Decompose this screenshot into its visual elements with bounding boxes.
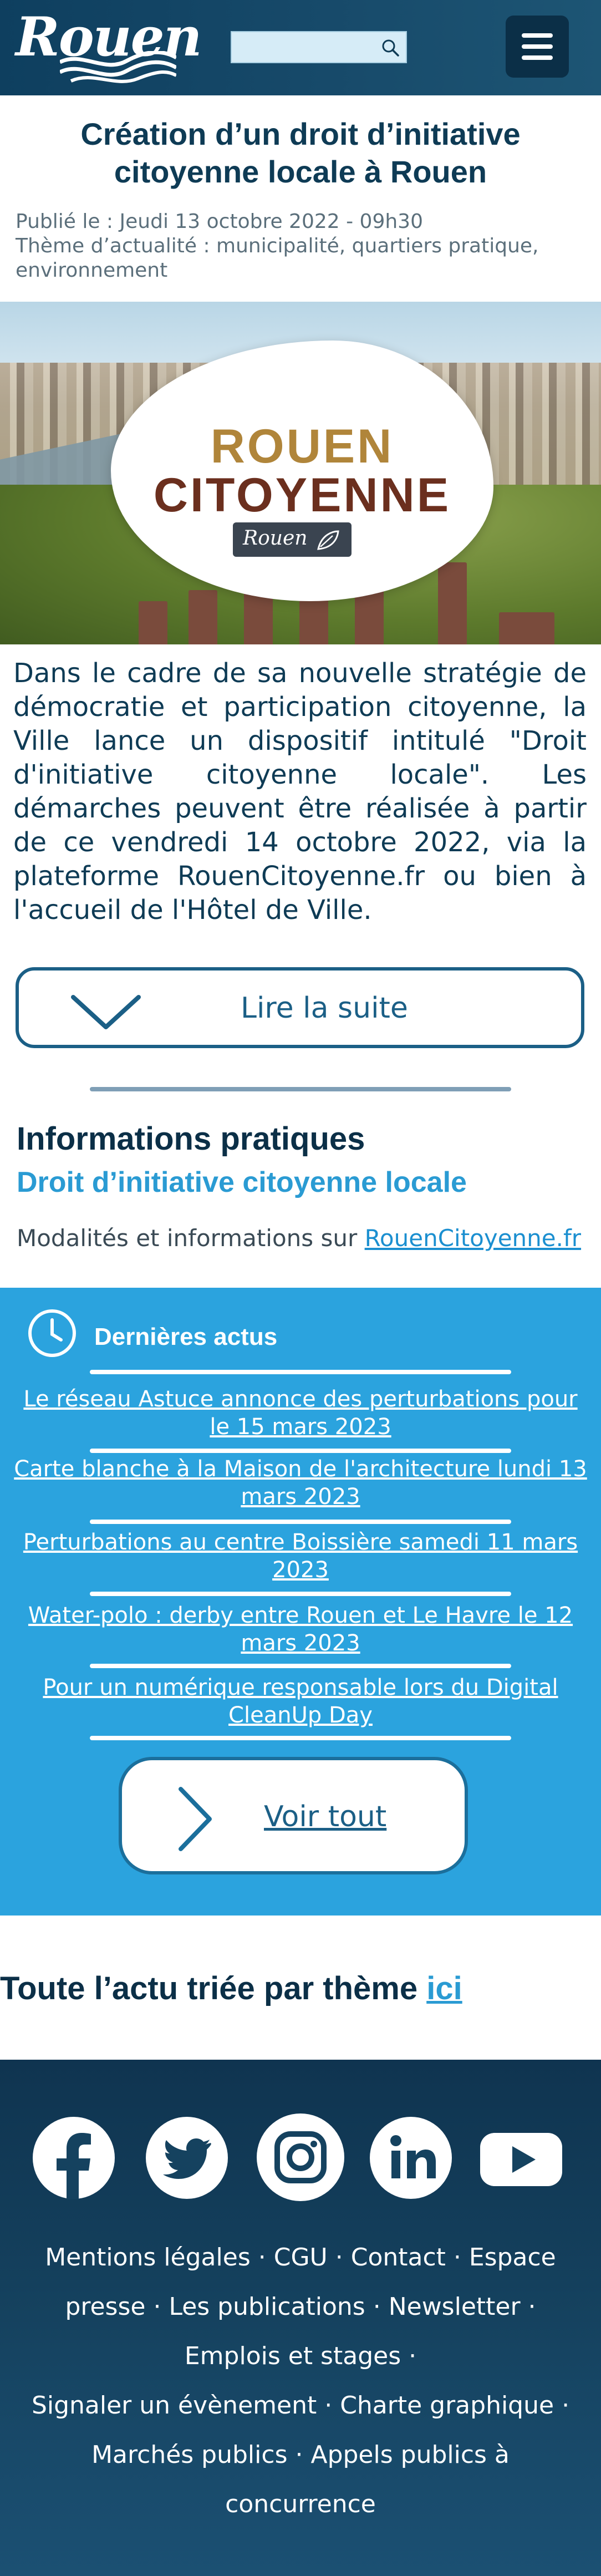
news-separator [90, 1664, 511, 1668]
footer-sep: · [250, 2243, 274, 2272]
info-line: Modalités et informations sur RouenCitoy… [17, 1225, 581, 1252]
news-separator [90, 1370, 511, 1374]
news-separator [90, 1736, 511, 1740]
article-intro: Dans le cadre de sa nouvelle stratégie d… [13, 658, 587, 926]
latest-news-section: Dernières actus Le réseau Astuce annonce… [0, 1288, 601, 1916]
footer-sep: · [445, 2243, 469, 2272]
chevron-right-icon [179, 1787, 212, 1851]
info-subtitle: Droit d’initiative citoyenne locale [17, 1166, 467, 1198]
theme-line-prefix: Toute l’actu triée par thème [0, 1970, 427, 2006]
section-divider [90, 1087, 511, 1091]
search-input[interactable] [232, 32, 376, 62]
logo-waves-icon [60, 51, 176, 83]
footer-link-signaler[interactable]: Signaler un évènement [32, 2391, 317, 2420]
rouen-logo[interactable]: Rouen [16, 6, 202, 89]
news-item-line: CleanUp Day [228, 1703, 373, 1728]
footer-sep: · [365, 2293, 389, 2321]
theme-link[interactable]: ici [426, 1970, 462, 2006]
footer-link-appels-1[interactable]: Appels publics à [310, 2441, 509, 2469]
publish-date: Publié le : Jeudi 13 octobre 2022 - 09h3… [16, 210, 423, 233]
article-themes-cont: environnement [16, 259, 168, 282]
footer-sep: · [145, 2293, 169, 2321]
news-item[interactable]: Perturbations au centre Boissière samedi… [6, 1528, 595, 1584]
footer-sep: · [327, 2243, 351, 2272]
footer-link-appels-2[interactable]: concurrence [225, 2490, 376, 2518]
footer-link-newsletter[interactable]: Newsletter [389, 2293, 521, 2321]
read-more-button[interactable]: Lire la suite [16, 967, 584, 1048]
site-footer: Mentions légales · CGU · Contact · Espac… [0, 2060, 601, 2576]
hamburger-menu-button[interactable] [506, 16, 569, 78]
wooden-post [438, 562, 467, 644]
news-item-line: Water-polo : derby entre Rouen et Le Hav… [28, 1603, 573, 1628]
linkedin-icon[interactable] [369, 2116, 452, 2199]
search-box [231, 31, 407, 63]
footer-link-contact[interactable]: Contact [351, 2243, 446, 2272]
news-separator [90, 1520, 511, 1524]
wooden-post [189, 590, 217, 644]
rouen-badge: Rouen [233, 522, 352, 557]
footer-link-espace-presse-1[interactable]: Espace [469, 2243, 556, 2272]
footer-sep: · [554, 2391, 570, 2420]
wooden-post [139, 601, 167, 644]
see-all-label: Voir tout [264, 1800, 387, 1833]
news-item[interactable]: Water-polo : derby entre Rouen et Le Hav… [6, 1602, 595, 1657]
news-item-line: 2023 [272, 1557, 329, 1583]
site-header: Rouen [0, 0, 601, 95]
footer-sep: · [401, 2342, 417, 2370]
footer-links: Mentions légales · CGU · Contact · Espac… [17, 2233, 584, 2529]
news-heading: Dernières actus [94, 1323, 278, 1350]
rouen-badge-text: Rouen [243, 527, 308, 550]
rouen-citoyenne-link[interactable]: RouenCitoyenne.fr [365, 1225, 581, 1252]
theme-line: Toute l’actu triée par thème ici [0, 1970, 462, 2007]
clock-icon [28, 1309, 76, 1357]
info-line-prefix: Modalités et informations sur [17, 1225, 365, 1252]
search-icon[interactable] [380, 38, 400, 58]
facebook-icon[interactable] [32, 2116, 115, 2199]
footer-link-mentions[interactable]: Mentions légales [45, 2243, 251, 2272]
article-themes: Thème d’actualité : municipalité, quarti… [16, 235, 539, 257]
footer-link-publications[interactable]: Les publications [169, 2293, 365, 2321]
news-item-line: Perturbations au centre Boissière samedi… [23, 1530, 578, 1555]
footer-link-marches[interactable]: Marchés publics [91, 2441, 287, 2469]
footer-sep: · [520, 2293, 536, 2321]
article-title: Création d’un droit d’initiative citoyen… [80, 116, 521, 189]
footer-sep: · [317, 2391, 340, 2420]
news-item-line: mars 2023 [241, 1630, 360, 1656]
chevron-down-icon [71, 995, 141, 1029]
menu-bar [522, 44, 553, 49]
twitter-icon[interactable] [145, 2116, 228, 2199]
news-item-line: mars 2023 [241, 1484, 360, 1510]
footer-sep: · [287, 2441, 311, 2469]
news-separator [90, 1592, 511, 1596]
youtube-icon[interactable] [477, 2116, 566, 2199]
footer-link-espace-presse-2[interactable]: presse [65, 2293, 145, 2321]
news-item[interactable]: Pour un numérique responsable lors du Di… [6, 1674, 595, 1729]
see-all-button[interactable]: Voir tout [119, 1757, 468, 1874]
news-item-line: Le réseau Astuce annonce des perturbatio… [23, 1386, 578, 1412]
menu-bar [522, 55, 553, 60]
footer-link-charte[interactable]: Charte graphique [340, 2391, 554, 2420]
hero-image: ROUEN CITOYENNE Rouen [0, 302, 601, 644]
info-title: Informations pratiques [17, 1121, 365, 1157]
news-item-line: le 15 mars 2023 [210, 1414, 391, 1440]
news-item-line: Carte blanche à la Maison de l'architect… [14, 1456, 587, 1482]
menu-bar [522, 33, 553, 38]
news-item[interactable]: Carte blanche à la Maison de l'architect… [6, 1455, 595, 1511]
rouen-citoyenne-line1: ROUEN [210, 420, 394, 473]
wooden-post [499, 612, 554, 644]
leaf-icon [317, 530, 339, 550]
instagram-icon[interactable] [256, 2113, 345, 2202]
footer-link-emplois[interactable]: Emplois et stages [185, 2342, 401, 2370]
rouen-citoyenne-line2: CITOYENNE [153, 469, 451, 522]
article-meta: Publié le : Jeudi 13 octobre 2022 - 09h3… [16, 210, 587, 283]
news-item-line: Pour un numérique responsable lors du Di… [43, 1675, 558, 1700]
read-more-label: Lire la suite [241, 992, 408, 1025]
footer-link-cgu[interactable]: CGU [274, 2243, 328, 2272]
news-separator [90, 1449, 511, 1453]
news-item[interactable]: Le réseau Astuce annonce des perturbatio… [6, 1385, 595, 1441]
